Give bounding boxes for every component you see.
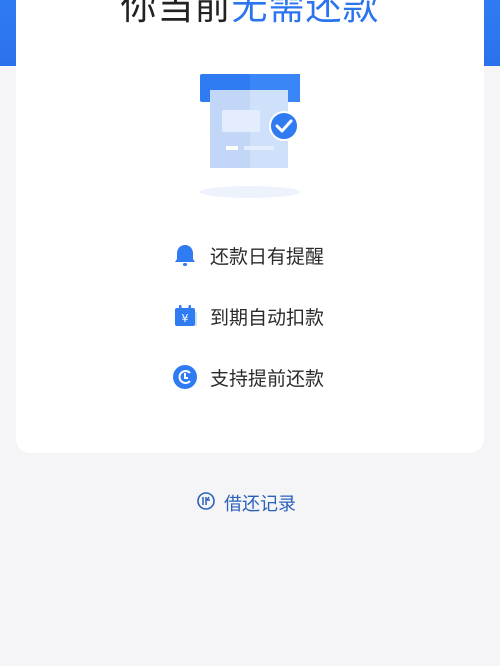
feature-label: 到期自动扣款 [210,306,325,329]
feature-label: 还款日有提醒 [210,245,325,268]
page-title: 你当前无需还款 [0,0,500,26]
feature-label: 支持提前还款 [210,367,325,390]
clock-circle-icon [170,362,200,392]
record-icon [196,491,216,515]
no-repayment-illustration [200,74,300,198]
feature-item-early-repayment: 支持提前还款 [170,362,324,392]
calendar-yen-icon: ¥ [170,301,200,331]
svg-text:¥: ¥ [182,312,189,325]
feature-item-auto-debit: ¥ 到期自动扣款 [170,301,324,331]
feature-item-reminder: 还款日有提醒 [170,240,324,270]
records-link[interactable]: 借还记录 [196,488,296,518]
records-label: 借还记录 [224,494,296,515]
title-prefix: 你当前 [120,0,232,28]
title-highlight: 无需还款 [231,0,380,28]
bell-icon [170,240,200,270]
